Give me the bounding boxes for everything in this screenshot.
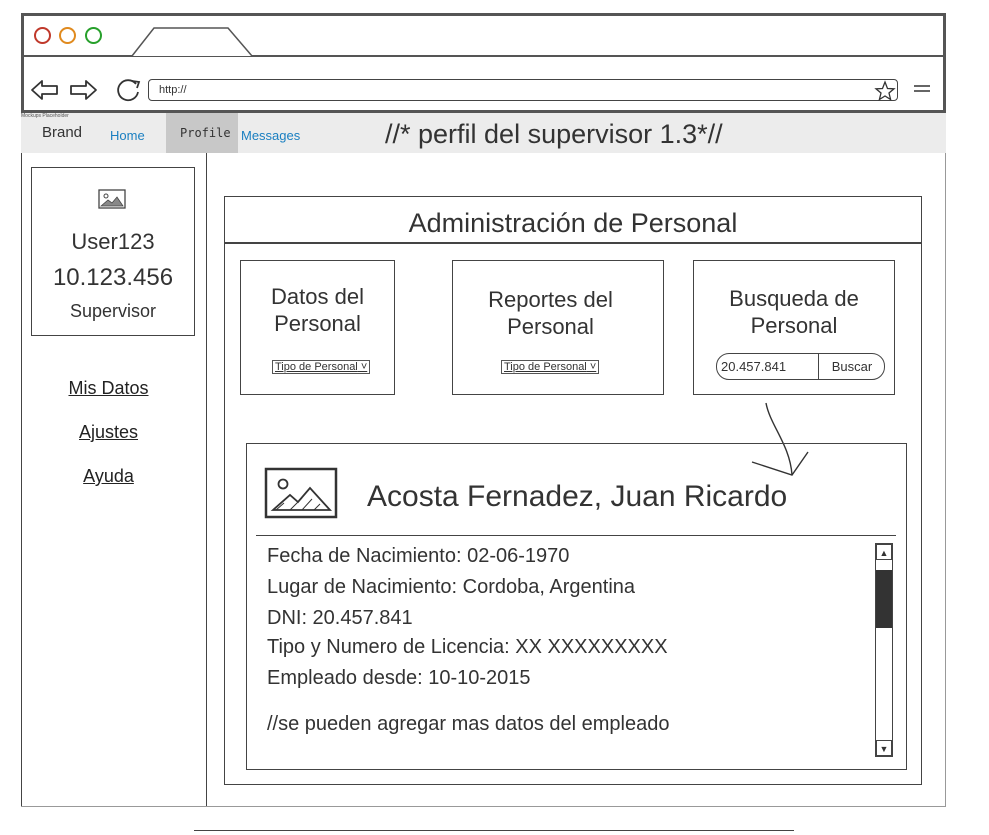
- employee-photo-icon: [264, 467, 338, 519]
- user-name: User123: [71, 229, 155, 254]
- menu-icon[interactable]: [913, 82, 931, 98]
- card1-title-line1: Datos del: [271, 284, 364, 309]
- chevron-down-icon: ˅: [357, 361, 368, 373]
- scroll-down-icon[interactable]: ▼: [876, 740, 892, 756]
- select-value: Tipo de Personal: [275, 361, 358, 373]
- close-window-button[interactable]: [34, 27, 51, 44]
- address-bar[interactable]: http://: [148, 79, 898, 101]
- select-value: Tipo de Personal: [504, 361, 587, 373]
- browser-tab[interactable]: [130, 26, 254, 57]
- scroll-thumb[interactable]: [876, 570, 892, 628]
- nav-link-messages[interactable]: Messages: [241, 128, 300, 143]
- user-id: 10.123.456: [52, 264, 174, 291]
- url-text: http://: [159, 84, 187, 96]
- employee-name: Acosta Fernadez, Juan Ricardo: [367, 480, 788, 513]
- nav-link-profile[interactable]: Profile: [180, 126, 231, 140]
- admin-title: Administración de Personal: [224, 196, 922, 244]
- sidebar-link-ayuda[interactable]: Ayuda: [16, 466, 201, 487]
- footer-line: [194, 830, 794, 831]
- card3-title-line2: Personal: [750, 313, 838, 338]
- reload-icon[interactable]: [114, 76, 144, 102]
- forward-arrow-icon[interactable]: [68, 78, 98, 102]
- search-group: 20.457.841 Buscar: [716, 353, 885, 380]
- employee-since: Empleado desde: 10-10-2015: [267, 667, 531, 689]
- right-page-border: [945, 153, 946, 806]
- star-icon[interactable]: [874, 80, 896, 102]
- employee-dni: DNI: 20.457.841: [267, 607, 413, 629]
- card2-title-line2: Personal: [507, 314, 594, 339]
- tipo-personal-select-datos[interactable]: Tipo de Personal ˅: [272, 360, 371, 374]
- nav-link-home[interactable]: Home: [110, 128, 145, 143]
- tiny-label: Mockups Placeholder: [21, 113, 69, 119]
- minimize-window-button[interactable]: [59, 27, 76, 44]
- scroll-up-icon[interactable]: ▲: [876, 544, 892, 560]
- maximize-window-button[interactable]: [85, 27, 102, 44]
- user-avatar-icon: [98, 189, 126, 209]
- brand-label[interactable]: Brand: [42, 124, 82, 141]
- employee-birth-place: Lugar de Nacimiento: Cordoba, Argentina: [267, 576, 636, 598]
- page-title: //* perfil del supervisor 1.3*//: [385, 119, 723, 149]
- chevron-down-icon: ˅: [586, 361, 597, 373]
- employee-birth-date: Fecha de Nacimiento: 02-06-1970: [267, 545, 570, 567]
- search-input[interactable]: 20.457.841: [717, 354, 819, 379]
- bottom-page-border: [21, 806, 946, 807]
- employee-header-divider: [256, 535, 896, 536]
- card1-title-line2: Personal: [274, 311, 361, 336]
- back-arrow-icon[interactable]: [30, 78, 60, 102]
- search-button[interactable]: Buscar: [819, 354, 884, 379]
- sidebar-link-ajustes[interactable]: Ajustes: [16, 422, 201, 443]
- employee-license: Tipo y Numero de Licencia: XX XXXXXXXXX: [267, 636, 668, 658]
- sidebar-link-mis-datos[interactable]: Mis Datos: [16, 378, 201, 399]
- card3-title-line1: Busqueda de: [729, 286, 859, 311]
- employee-note: //se pueden agregar mas datos del emplea…: [267, 713, 670, 735]
- card2-title-line1: Reportes del: [488, 287, 613, 312]
- sidebar-divider: [206, 153, 207, 806]
- tipo-personal-select-reportes[interactable]: Tipo de Personal ˅: [501, 360, 600, 374]
- user-role: Supervisor: [69, 301, 157, 321]
